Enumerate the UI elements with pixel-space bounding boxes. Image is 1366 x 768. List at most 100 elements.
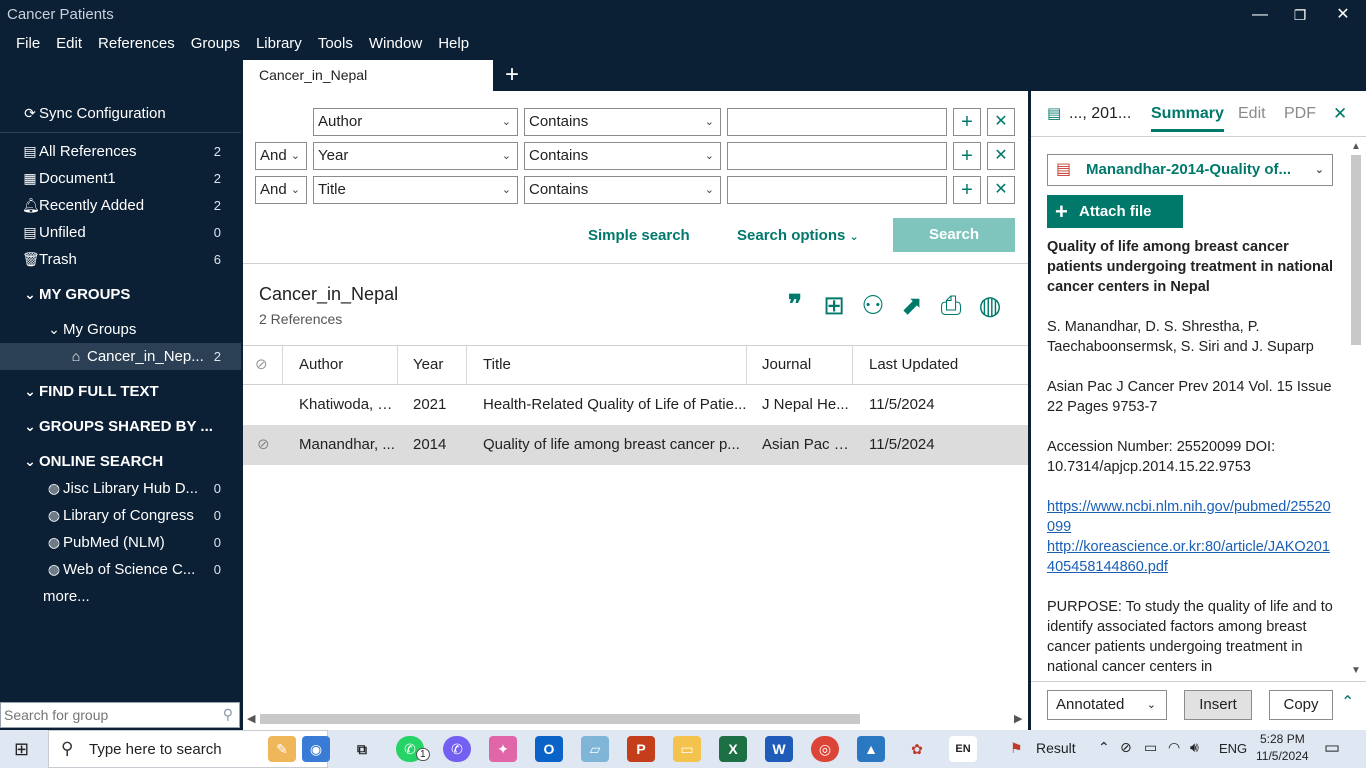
endnote-icon[interactable]: ✿ (903, 736, 931, 762)
remove-row-button[interactable]: ✕ (987, 176, 1015, 204)
search-options-link[interactable]: Search options ⌄ (737, 227, 859, 244)
online-item-jisc[interactable]: ◍ Jisc Library Hub D... 0 (0, 475, 241, 502)
windows-start-icon[interactable]: ⊞ (14, 739, 29, 760)
sync-configuration[interactable]: ⟳ Sync Configuration (0, 100, 241, 127)
horizontal-scrollbar[interactable]: ◀ ▶ (243, 711, 1028, 727)
sidebar-item-document1[interactable]: ▦ Document1 2 (0, 165, 241, 192)
my-groups-set[interactable]: ⌄ My Groups (0, 316, 241, 343)
sports-result[interactable]: Result (1036, 740, 1076, 756)
chevron-left-icon[interactable]: ◀ (247, 711, 255, 727)
chevron-up-icon[interactable]: ⌃ (1341, 692, 1354, 712)
attachment-select[interactable]: ▤ Manandhar-2014-Quality of... ⌄ (1047, 154, 1333, 186)
clock-time[interactable]: 5:28 PM (1260, 732, 1305, 746)
close-panel-icon[interactable]: ✕ (1333, 104, 1347, 124)
word-icon[interactable]: W (765, 736, 793, 762)
globe-icon[interactable]: ◍ (973, 288, 1007, 322)
search-value-input[interactable] (727, 108, 947, 136)
menu-library[interactable]: Library (256, 32, 302, 56)
sidebar-item-all-references[interactable]: ▤ All References 2 (0, 138, 241, 165)
task-view-icon[interactable]: ⧉ (348, 736, 376, 762)
find-pdf-icon[interactable]: ⎙ (934, 288, 968, 322)
add-row-button[interactable]: + (953, 142, 981, 170)
copilot-icon[interactable]: ✦ (489, 736, 517, 762)
groups-shared-header[interactable]: ⌄ GROUPS SHARED BY ... (0, 413, 241, 440)
online-item-pubmed[interactable]: ◍ PubMed (NLM) 0 (0, 529, 241, 556)
copy-button[interactable]: Copy (1269, 690, 1333, 720)
column-last-updated[interactable]: Last Updated (853, 346, 1028, 384)
remove-row-button[interactable]: ✕ (987, 142, 1015, 170)
online-item-web-of-science[interactable]: ◍ Web of Science C... 0 (0, 556, 241, 583)
network-off-icon[interactable]: ⊘ (1120, 739, 1132, 756)
chevron-up-icon[interactable]: ▲ (1349, 141, 1363, 152)
search-value-input[interactable] (727, 142, 947, 170)
online-search-header[interactable]: ⌄ ONLINE SEARCH (0, 448, 241, 475)
share-user-icon[interactable]: ⚇ (856, 288, 890, 322)
field-select[interactable]: Author ⌄ (313, 108, 518, 136)
sidebar-item-recently-added[interactable]: 🔔︎ Recently Added 2 (0, 192, 241, 219)
tab-pdf[interactable]: PDF (1284, 105, 1316, 123)
add-tab-button[interactable]: + (499, 62, 525, 88)
menu-window[interactable]: Window (369, 32, 422, 56)
output-style-select[interactable]: Annotated ⌄ (1047, 690, 1167, 720)
minimize-button[interactable]: — (1245, 4, 1275, 26)
search-button[interactable]: Search (893, 218, 1015, 252)
close-button[interactable]: ✕ (1328, 4, 1358, 26)
notes-app-icon[interactable]: ✎ (268, 736, 296, 762)
koreascience-link[interactable]: http://koreascience.or.kr:80/article/JAK… (1047, 537, 1337, 577)
excel-icon[interactable]: X (719, 736, 747, 762)
online-more-link[interactable]: more... (0, 583, 241, 610)
menu-tools[interactable]: Tools (318, 32, 353, 56)
export-arrow-icon[interactable]: ⬈ (895, 288, 929, 322)
clock-date[interactable]: 11/5/2024 (1256, 749, 1309, 763)
volume-icon[interactable]: 🔊︎ (1190, 739, 1199, 756)
restore-button[interactable]: ❐ (1285, 4, 1315, 26)
outlook-icon[interactable]: O (535, 736, 563, 762)
pubmed-link[interactable]: https://www.ncbi.nlm.nih.gov/pubmed/2552… (1047, 497, 1337, 537)
scrollbar-thumb[interactable] (260, 714, 860, 724)
sidebar-item-trash[interactable]: 🗑︎ Trash 6 (0, 246, 241, 273)
attachment-column-icon[interactable]: ⊘ (243, 346, 283, 384)
chevron-right-icon[interactable]: ▶ (1014, 711, 1022, 727)
attach-file-button[interactable]: + Attach file (1047, 195, 1183, 228)
find-full-text-header[interactable]: ⌄ FIND FULL TEXT (0, 378, 241, 405)
online-item-library-of-congress[interactable]: ◍ Library of Congress 0 (0, 502, 241, 529)
field-select[interactable]: Year ⌄ (313, 142, 518, 170)
scrollbar-thumb[interactable] (1351, 155, 1361, 345)
battery-icon[interactable]: ▭ (1144, 739, 1157, 756)
quote-icon[interactable]: ❞ (778, 288, 812, 322)
column-title[interactable]: Title (467, 346, 747, 384)
menu-file[interactable]: File (16, 32, 40, 56)
boolean-select[interactable]: And ⌄ (255, 142, 307, 170)
remove-row-button[interactable]: ✕ (987, 108, 1015, 136)
add-row-button[interactable]: + (953, 108, 981, 136)
search-icon[interactable]: ⚲ (223, 706, 233, 723)
vertical-scrollbar[interactable]: ▲ ▼ (1349, 141, 1363, 677)
simple-search-link[interactable]: Simple search (588, 227, 690, 244)
language-indicator-icon[interactable]: EN (949, 736, 977, 762)
sidebar-item-unfiled[interactable]: ▤ Unfiled 0 (0, 219, 241, 246)
photos-icon[interactable]: ▲ (857, 736, 885, 762)
viber-icon[interactable]: ✆ (443, 736, 471, 762)
table-row[interactable]: ⊘ Manandhar, ... 2014 Quality of life am… (243, 425, 1028, 465)
operator-select[interactable]: Contains ⌄ (524, 176, 721, 204)
tab-summary[interactable]: Summary (1151, 105, 1224, 132)
my-groups-header[interactable]: ⌄ MY GROUPS (0, 281, 241, 308)
boolean-select[interactable]: And ⌄ (255, 176, 307, 204)
powerpoint-icon[interactable]: P (627, 736, 655, 762)
add-row-button[interactable]: + (953, 176, 981, 204)
menu-references[interactable]: References (98, 32, 175, 56)
tab-cancer-in-nepal[interactable]: Cancer_in_Nepal (243, 60, 493, 91)
file-explorer-icon[interactable]: ▭ (673, 736, 701, 762)
menu-groups[interactable]: Groups (191, 32, 240, 56)
table-row[interactable]: Khatiwoda, S... 2021 Health-Related Qual… (243, 385, 1028, 425)
column-journal[interactable]: Journal (746, 346, 853, 384)
column-author[interactable]: Author (283, 346, 398, 384)
chrome-icon[interactable]: ◎ (811, 736, 839, 762)
operator-select[interactable]: Contains ⌄ (524, 142, 721, 170)
sidebar-item-cancer-in-nepal[interactable]: ⌂ Cancer_in_Nep... 2 (0, 343, 241, 370)
field-select[interactable]: Title ⌄ (313, 176, 518, 204)
group-search-input[interactable] (1, 703, 211, 727)
insert-button[interactable]: Insert (1184, 690, 1252, 720)
chevron-up-icon[interactable]: ⌃ (1098, 739, 1110, 756)
operator-select[interactable]: Contains ⌄ (524, 108, 721, 136)
